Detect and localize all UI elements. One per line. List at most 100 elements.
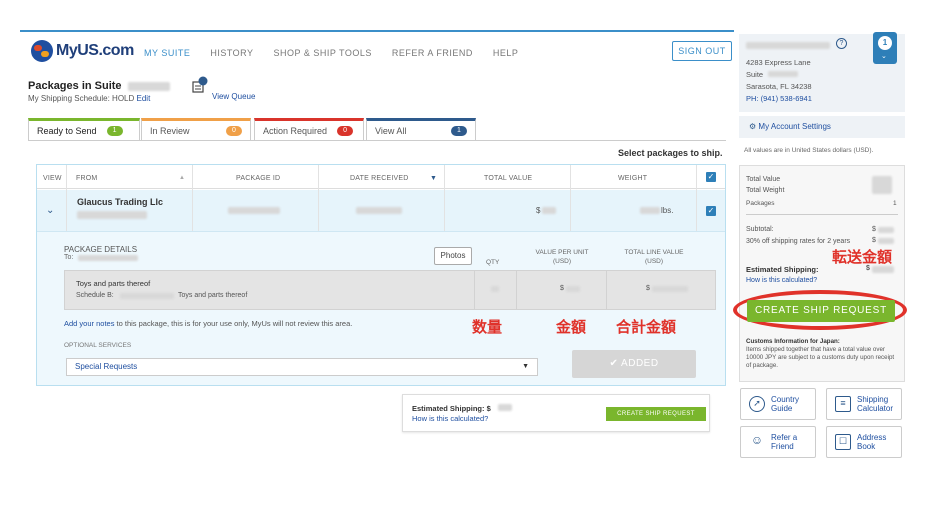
schedule-edit-link[interactable]: Edit <box>137 94 151 103</box>
column-header-total-value[interactable]: TOTAL VALUE <box>484 175 532 182</box>
column-divider <box>570 165 571 231</box>
redacted-estimated-total <box>872 266 894 273</box>
total-value-currency: $ <box>536 206 541 215</box>
column-header-from[interactable]: FROM <box>76 175 97 182</box>
tab-in-review[interactable]: In Review 0 <box>141 118 251 140</box>
my-account-settings-link[interactable]: ⚙ My Account Settings <box>739 116 905 138</box>
tab-label: Action Required <box>263 125 328 136</box>
create-ship-request-button-small[interactable]: CREATE SHIP REQUEST <box>606 407 706 421</box>
tile-label: Shipping Calculator <box>857 395 893 413</box>
total-line-value-currency: (USD) <box>644 258 664 265</box>
select-all-checkbox[interactable]: ✓ <box>706 172 716 182</box>
tile-label-line1: Country <box>771 395 800 404</box>
nav-shop-ship-tools[interactable]: SHOP & SHIP TOOLS <box>274 48 372 58</box>
redacted-schedule-b-code <box>120 293 174 299</box>
add-notes-link[interactable]: Add your notes <box>64 319 114 328</box>
tab-count-badge: 0 <box>337 125 354 136</box>
country-guide-button[interactable]: ➚ Country Guide <box>740 388 816 420</box>
tab-view-all[interactable]: View All 1 <box>366 118 476 140</box>
value-per-unit-currency: (USD) <box>552 258 572 265</box>
tab-label: Ready to Send <box>37 125 97 136</box>
total-line-value-header: TOTAL LINE VALUE <box>624 249 684 256</box>
create-ship-request-button[interactable]: CREATE SHIP REQUEST <box>747 300 895 322</box>
address-phone[interactable]: PH: (941) 538-6941 <box>746 94 812 103</box>
summary-packages-label: Packages <box>746 200 775 207</box>
tile-label: Country Guide <box>771 395 799 413</box>
gear-icon: ⚙ <box>749 122 757 131</box>
how-calculated-link[interactable]: How is this calculated? <box>412 414 488 423</box>
tab-count-badge: 1 <box>451 125 467 136</box>
redacted-weight <box>640 207 660 214</box>
tile-label-line2: Friend <box>771 442 794 451</box>
nav-my-suite[interactable]: MY SUITE <box>144 48 190 58</box>
select-packages-hint: Select packages to ship. <box>618 148 723 158</box>
column-header-date-received[interactable]: DATE RECEIVED <box>350 175 408 182</box>
myus-logo[interactable]: MyUS.com <box>31 40 134 62</box>
redacted-total-value <box>542 207 556 214</box>
tab-action-required[interactable]: Action Required 0 <box>254 118 364 140</box>
annotation-shipping-amount: 転送金額 <box>832 248 893 266</box>
customs-title: Customs Information for Japan: <box>746 338 840 345</box>
summary-total-weight-label: Total Weight <box>746 187 785 194</box>
chevron-down-icon[interactable]: ⌄ <box>46 205 54 216</box>
checkmark-icon: ✔ <box>609 358 622 369</box>
sender-name: Glaucus Trading Llc <box>77 197 164 207</box>
sort-down-icon[interactable]: ▼ <box>430 175 437 182</box>
queue-count-badge: 0 <box>209 76 213 82</box>
tile-label-line1: Refer a <box>771 433 798 442</box>
customs-text: Items shipped together that have a total… <box>746 346 895 369</box>
package-item-row <box>64 270 716 310</box>
nav-refer-a-friend[interactable]: REFER A FRIEND <box>392 48 473 58</box>
shipping-calculator-button[interactable]: ≡ Shipping Calculator <box>826 388 902 420</box>
added-label: ADDED <box>621 358 659 369</box>
item-name: Toys and parts thereof <box>76 279 151 288</box>
recipient-label: To: <box>64 254 74 261</box>
nav-history[interactable]: HISTORY <box>210 48 253 58</box>
redacted-recipient <box>78 255 138 261</box>
redacted-suite-number <box>127 81 170 91</box>
people-icon: ☺ <box>750 433 764 447</box>
usd-note: All values are in United States dollars … <box>744 147 874 154</box>
special-requests-select[interactable]: Special Requests ▼ <box>66 358 538 376</box>
special-requests-value: Special Requests <box>75 362 138 371</box>
item-column-divider <box>516 270 517 310</box>
annotation-amount: 金額 <box>556 318 587 336</box>
compass-icon: ➚ <box>749 396 765 412</box>
view-queue-link[interactable]: View Queue <box>212 92 255 101</box>
suite-title-text: Packages in Suite <box>28 80 122 92</box>
summary-how-calculated-link[interactable]: How is this calculated? <box>746 277 817 284</box>
page-title: Packages in Suite <box>28 80 170 92</box>
sort-up-icon[interactable]: ▲ <box>179 175 185 181</box>
column-divider <box>66 165 67 231</box>
tile-label-line2: Book <box>857 442 876 451</box>
tile-label-line1: Shipping <box>857 395 889 404</box>
summary-subtotal-label: Subtotal: <box>746 226 774 233</box>
address-city: Sarasota, FL 34238 <box>746 82 812 91</box>
summary-discount-text: 30% off shipping rates for 2 years <box>746 238 851 245</box>
notes-row: Add your notes to this package, this is … <box>64 319 352 328</box>
added-button[interactable]: ✔ ADDED <box>572 350 696 378</box>
redacted-suite <box>768 71 798 77</box>
unit-value-currency: $ <box>560 285 564 292</box>
discount-currency: $ <box>872 237 876 244</box>
line-value-currency: $ <box>646 285 650 292</box>
nav-help[interactable]: HELP <box>493 48 519 58</box>
column-header-view: VIEW <box>43 175 62 182</box>
tile-label-line2: Calculator <box>857 404 894 413</box>
redacted-package-id <box>228 207 280 214</box>
tab-ready-to-send[interactable]: Ready to Send 1 <box>28 118 140 140</box>
dropdown-caret-icon: ▼ <box>522 363 529 370</box>
sign-out-button[interactable]: SIGN OUT <box>672 41 732 61</box>
column-header-package-id[interactable]: PACKAGE ID <box>236 175 280 182</box>
package-select-checkbox[interactable]: ✓ <box>706 206 716 216</box>
notifications-badge[interactable]: 1 ⌄ <box>873 32 897 64</box>
redacted-date <box>356 207 402 214</box>
redacted-account-name <box>746 42 830 49</box>
estimated-shipping-label: Estimated Shipping: $ <box>412 404 491 413</box>
address-book-button[interactable]: ☐ Address Book <box>826 426 902 458</box>
photos-button[interactable]: Photos <box>434 247 472 265</box>
refer-a-friend-button[interactable]: ☺ Refer a Friend <box>740 426 816 458</box>
column-header-weight[interactable]: WEIGHT <box>618 175 647 182</box>
help-icon[interactable]: ? <box>836 38 847 49</box>
notes-description: to this package, this is for your use on… <box>116 319 353 328</box>
